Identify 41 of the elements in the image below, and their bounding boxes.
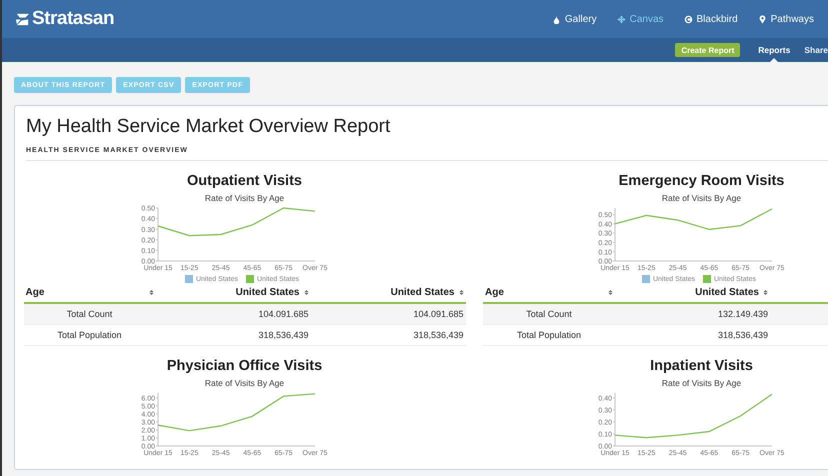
column-header[interactable]: United States xyxy=(236,287,300,298)
table-cell: 104.091.685 xyxy=(413,309,464,319)
sort-icon[interactable] xyxy=(148,289,154,296)
nav-link[interactable]: Pathways xyxy=(758,14,814,24)
sub-tab[interactable]: Reports xyxy=(758,38,790,62)
nav-link[interactable]: Blackbird xyxy=(684,14,738,24)
chart-subtitle: Rate of Visits By Age xyxy=(204,378,284,388)
sort-icon[interactable] xyxy=(458,289,464,296)
pin-icon xyxy=(758,14,767,24)
chart-title: Emergency Room Visits xyxy=(618,173,784,189)
table-cell: 104.091.685 xyxy=(258,309,308,319)
column-header[interactable]: Age xyxy=(26,287,44,298)
table-cell: 132.149.439 xyxy=(718,309,768,319)
sub-tab[interactable]: Share xyxy=(804,38,828,62)
chart-title: Physician Office Visits xyxy=(166,358,322,374)
chart-title: Inpatient Visits xyxy=(650,358,753,374)
logo-icon xyxy=(14,12,31,26)
report-title: My Health Service Market Overview Report xyxy=(26,116,392,138)
table-cell: 318,536,439 xyxy=(718,330,768,340)
chart-subtitle: Rate of Visits By Age xyxy=(662,378,742,388)
cross-arrows-icon xyxy=(616,14,626,24)
chart-subtitle: Rate of Visits By Age xyxy=(204,193,284,203)
table-cell: Total Population xyxy=(516,330,582,340)
column-header[interactable]: United States xyxy=(390,287,454,298)
column-header[interactable]: Age xyxy=(485,287,504,298)
sort-icon[interactable] xyxy=(608,289,613,296)
table-cell: Total Count xyxy=(66,309,112,319)
column-header[interactable]: United States xyxy=(695,287,759,298)
drop-icon xyxy=(552,14,561,24)
chart-subtitle: Rate of Visits By Age xyxy=(662,193,742,203)
sort-icon[interactable] xyxy=(304,289,308,296)
table-cell: 318,536,439 xyxy=(413,330,464,340)
logo[interactable]: Stratasan xyxy=(32,8,114,30)
table-cell: Total Count xyxy=(526,309,572,319)
chart-title: Outpatient Visits xyxy=(187,173,302,189)
table-cell: 318,536,439 xyxy=(258,330,308,340)
sort-icon[interactable] xyxy=(763,289,768,296)
c-circle-icon xyxy=(684,14,692,24)
nav-link[interactable]: Canvas xyxy=(616,14,664,24)
nav-link[interactable]: Gallery xyxy=(552,14,597,24)
table-cell: Total Population xyxy=(57,330,122,340)
